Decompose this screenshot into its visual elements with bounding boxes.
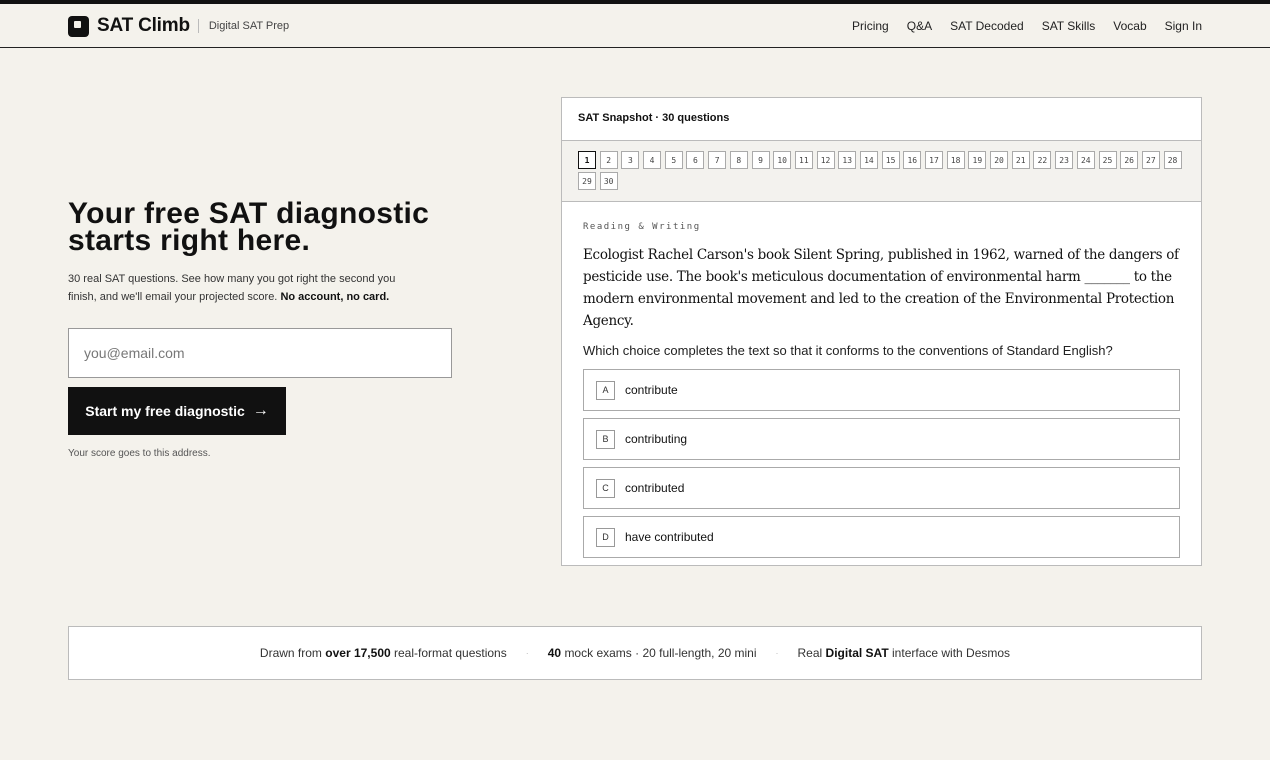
logo-divider [197,19,199,33]
stat-separator: · [525,648,529,658]
choice-letter: D [596,527,615,547]
stat-exams: 40 mock exams · 20 full-length, 20 mini [548,646,757,660]
question-nav-button[interactable]: 22 [1033,151,1052,169]
question-nav-button[interactable]: 17 [925,151,943,169]
site-header: SAT Climb Digital SAT Prep Pricing Q&A S… [0,4,1270,48]
question-nav-button[interactable]: 27 [1141,151,1160,169]
stat-questions: Drawn from over 17,500 real-format quest… [260,646,507,660]
question-nav-button[interactable]: 30 [599,172,618,190]
choice-letter: C [596,478,615,498]
question-nav-button[interactable]: 11 [794,151,813,169]
nav-sign-in[interactable]: Sign In [1165,19,1202,33]
question-body: Reading & Writing Ecologist Rachel Carso… [562,202,1201,558]
choice-text: contribute [625,383,678,397]
question-preview-card: SAT Snapshot · 30 questions 1 2 3 4 5 6 7 8 9 10 1… [561,97,1202,566]
nav-qa[interactable]: Q&A [907,19,932,33]
stat-interface: Real Digital SAT interface with Desmos [798,646,1011,660]
question-nav-button[interactable]: 28 [1163,151,1182,169]
card-title: SAT Snapshot · 30 questions [562,98,1201,141]
hero-title: Your free SAT diagnostic starts right he… [68,197,430,257]
choice-c[interactable]: C contributed [583,467,1180,509]
start-diagnostic-label: Start my free diagnostic [85,403,245,419]
question-nav-button[interactable]: 6 [686,151,705,169]
question-nav-button[interactable]: 16 [903,151,922,169]
stat-highlight: Digital SAT [825,646,889,660]
question-nav-button[interactable]: 3 [621,151,640,169]
question-prompt: Which choice completes the text so that … [583,343,1113,358]
main-nav: Pricing Q&A SAT Decoded SAT Skills Vocab… [834,19,1202,33]
section-label: Reading & Writing [583,222,701,232]
question-nav-button[interactable]: 13 [838,151,857,169]
stat-text: mock exams · 20 full-length, 20 mini [564,646,757,660]
question-nav-button[interactable]: 10 [773,151,792,169]
hero-description-bold: No account, no card. [280,291,390,303]
choice-text: contributing [625,432,688,446]
choice-letter: B [596,429,615,449]
question-nav-button[interactable]: 8 [729,151,748,169]
choice-d[interactable]: D have contributed [583,516,1180,558]
question-navigator: 1 2 3 4 5 6 7 8 9 10 11 12 13 14 15 16 17 18 19 20 21 22 23 24 2… [562,141,1201,202]
nav-sat-decoded[interactable]: SAT Decoded [950,19,1024,33]
brand-name: SAT Climb [97,15,190,36]
logo[interactable]: SAT Climb Digital SAT Prep [68,15,289,37]
nav-sat-skills[interactable]: SAT Skills [1042,19,1096,33]
question-nav-button[interactable]: 15 [881,151,900,169]
question-nav-button[interactable]: 9 [751,151,770,169]
question-nav-button[interactable]: 26 [1120,151,1139,169]
question-nav-button[interactable]: 19 [968,151,987,169]
email-input[interactable] [68,328,452,378]
stat-separator: · [775,648,779,658]
question-nav-button[interactable]: 29 [578,172,596,190]
stat-text: real-format questions [394,646,507,660]
stat-text: interface with Desmos [892,646,1011,660]
logo-icon [68,15,89,37]
start-diagnostic-button[interactable]: Start my free diagnostic → [68,387,286,435]
stat-highlight: 40 [547,646,562,660]
question-nav-button[interactable]: 4 [643,151,662,169]
answer-choices: A contribute B contributing C contribute… [583,369,1180,558]
question-nav-button[interactable]: 14 [859,151,878,169]
stat-highlight: over 17,500 [325,646,391,660]
question-nav-button[interactable]: 7 [708,151,727,169]
question-grid: 1 2 3 4 5 6 7 8 9 10 11 12 13 14 15 16 17 18 19 20 21 22 23 24 2… [578,151,1188,190]
choice-b[interactable]: B contributing [583,418,1180,460]
question-nav-button[interactable]: 24 [1076,151,1095,169]
choice-a[interactable]: A contribute [583,369,1180,411]
nav-vocab[interactable]: Vocab [1113,19,1146,33]
email-hint: Your score goes to this address. [68,448,211,459]
question-nav-button[interactable]: 5 [664,151,683,169]
arrow-right-icon: → [252,402,269,419]
hero-description: 30 real SAT questions. See how many you … [68,270,408,306]
nav-pricing[interactable]: Pricing [852,19,889,33]
question-nav-button[interactable]: 12 [816,151,835,169]
question-nav-button[interactable]: 25 [1098,151,1117,169]
brand-tagline: Digital SAT Prep [208,20,290,32]
question-nav-button[interactable]: 1 [578,151,596,169]
stat-text: Real [797,646,823,660]
choice-text: have contributed [625,530,714,544]
choice-letter: A [596,380,615,400]
question-nav-button[interactable]: 2 [599,151,618,169]
question-nav-button[interactable]: 18 [946,151,965,169]
stat-text: Drawn from [259,646,322,660]
choice-text: contributed [625,481,685,495]
question-nav-button[interactable]: 23 [1055,151,1074,169]
question-nav-button[interactable]: 21 [1011,151,1030,169]
passage-text: Ecologist Rachel Carson's book Silent Sp… [583,247,1179,329]
question-nav-button[interactable]: 20 [990,151,1009,169]
stats-bar: Drawn from over 17,500 real-format quest… [68,626,1202,680]
